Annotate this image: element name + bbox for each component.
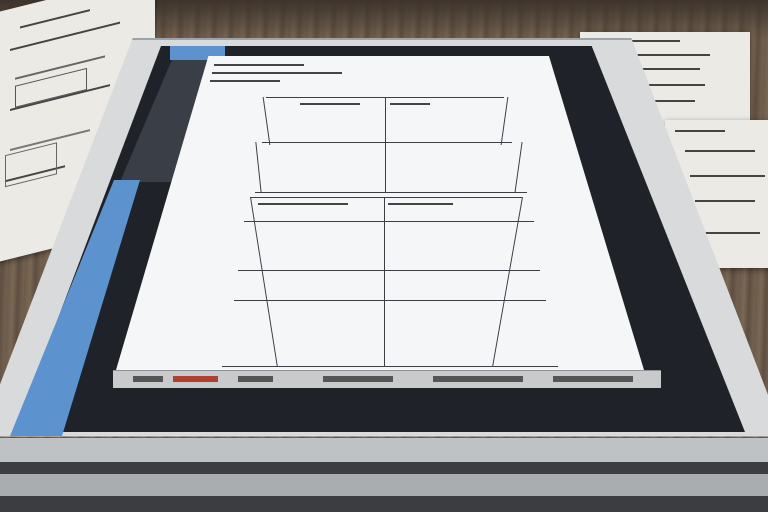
page-header-line [210, 80, 280, 82]
status-item [323, 376, 393, 382]
status-zoom-control[interactable] [133, 376, 163, 382]
tray-lip [0, 474, 768, 496]
tablet-bottom-frame [0, 438, 768, 462]
app-status-bar [113, 370, 661, 388]
status-item [238, 376, 273, 382]
status-item [433, 376, 523, 382]
page-header-line [214, 64, 304, 66]
desk-front [0, 496, 768, 512]
desk-edge [0, 462, 768, 474]
status-item [553, 376, 633, 382]
page-header-line [212, 72, 342, 74]
status-page-indicator [173, 376, 218, 382]
